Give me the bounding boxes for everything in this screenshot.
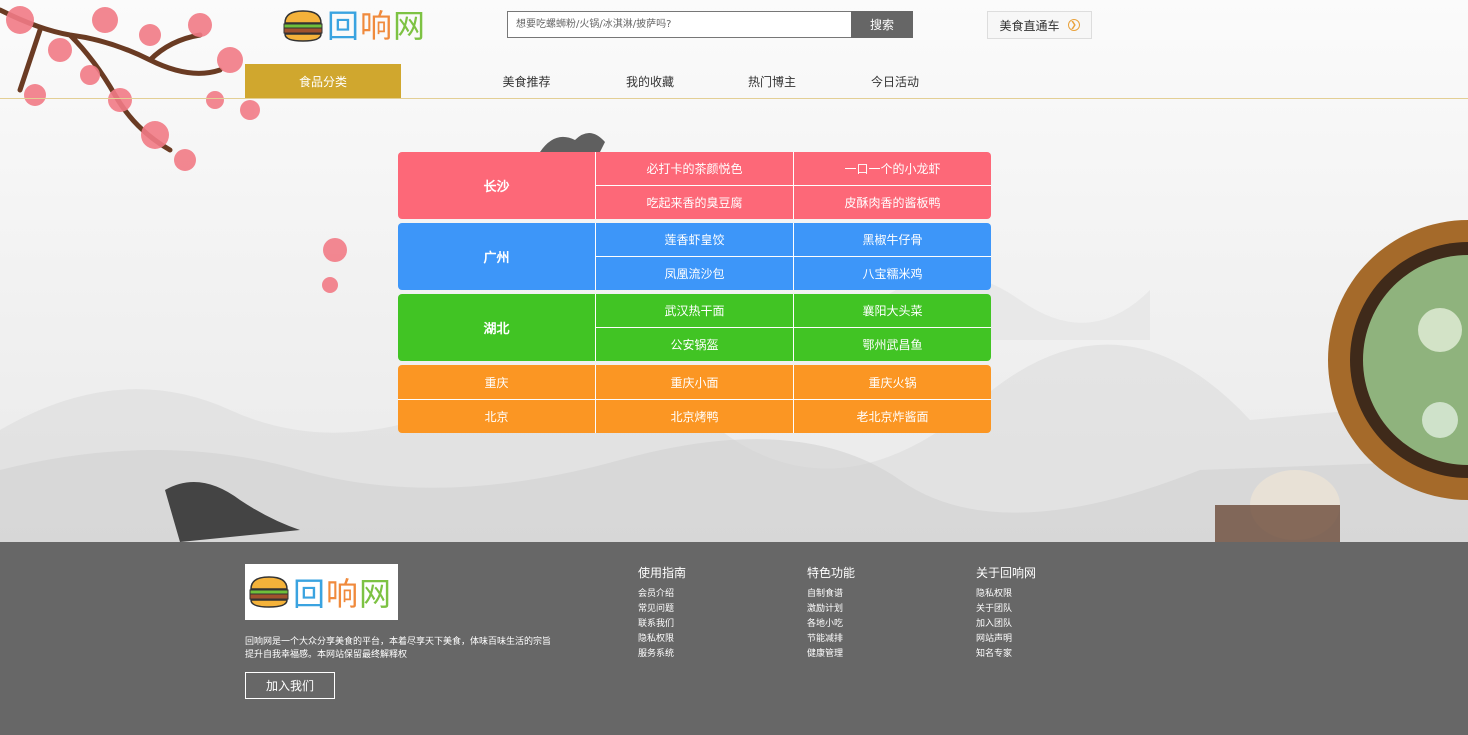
nav-item-today-events[interactable]: 今日活动 [845,64,945,98]
nav-item-popular-bloggers[interactable]: 热门博主 [722,64,822,98]
site-footer: 回响网 回响网是一个大众分享美食的平台，本着尽享天下美食，体味百味生活的宗旨 提… [0,542,1468,735]
footer-link[interactable]: 加入团队 [976,617,1036,632]
footer-link[interactable]: 关于团队 [976,602,1036,617]
food-item[interactable]: 皮酥肉香的酱板鸭 [794,186,991,219]
footer-link[interactable]: 会员介绍 [638,587,686,602]
footer-logo[interactable]: 回响网 [245,564,398,620]
food-item[interactable]: 北京烤鸭 [596,400,793,433]
nav-divider [0,98,1468,99]
food-item[interactable]: 公安锅盔 [596,328,793,361]
food-item[interactable]: 重庆小面 [596,365,793,399]
food-item[interactable]: 一口一个的小龙虾 [794,152,991,185]
food-express-label: 美食直通车 [999,18,1060,33]
category-group-guangzhou: 广州 莲香虾皇饺 黑椒牛仔骨 凤凰流沙包 八宝糯米鸡 [398,223,991,290]
logo-char-2: 响 [326,575,360,613]
food-item[interactable]: 重庆火锅 [794,365,991,399]
search-input[interactable] [507,11,851,38]
footer-column-features: 特色功能 自制食谱 激励计划 各地小吃 节能减排 健康管理 [807,564,855,662]
food-item[interactable]: 鄂州武昌鱼 [794,328,991,361]
category-group-hubei: 湖北 武汉热干面 襄阳大头菜 公安锅盔 鄂州武昌鱼 [398,294,991,361]
footer-column-about: 关于回响网 隐私权限 关于团队 加入团队 网站声明 知名专家 [976,564,1036,662]
footer-link[interactable]: 隐私权限 [976,587,1036,602]
chevron-right-circle-icon: ❯ [1067,19,1080,31]
nav-item-food-category[interactable]: 食品分类 [245,64,401,98]
category-group-changsha: 长沙 必打卡的茶颜悦色 一口一个的小龙虾 吃起来香的臭豆腐 皮酥肉香的酱板鸭 [398,152,991,219]
food-item[interactable]: 黑椒牛仔骨 [794,223,991,256]
food-item[interactable]: 凤凰流沙包 [596,257,793,290]
logo-char-1: 回 [293,575,327,613]
footer-link[interactable]: 网站声明 [976,632,1036,647]
food-item[interactable]: 武汉热干面 [596,294,793,327]
footer-link[interactable]: 节能减排 [807,632,855,647]
footer-link[interactable]: 健康管理 [807,647,855,662]
city-label[interactable]: 长沙 [398,152,595,219]
food-express-button[interactable]: 美食直通车 ❯ [987,11,1092,39]
food-item[interactable]: 吃起来香的臭豆腐 [596,186,793,219]
footer-description-line: 回响网是一个大众分享美食的平台，本着尽享天下美食，体味百味生活的宗旨 [245,637,552,647]
footer-column-title: 特色功能 [807,566,856,580]
footer-column-title: 使用指南 [638,566,687,580]
logo-char-3: 网 [359,575,393,613]
burger-icon [283,10,323,42]
logo-char-1: 回 [327,7,361,45]
footer-link[interactable]: 知名专家 [976,647,1036,662]
food-category-table: 长沙 必打卡的茶颜悦色 一口一个的小龙虾 吃起来香的臭豆腐 皮酥肉香的酱板鸭 广… [398,152,991,433]
city-label[interactable]: 北京 [398,400,595,433]
burger-icon [249,576,289,608]
footer-description: 回响网是一个大众分享美食的平台，本着尽享天下美食，体味百味生活的宗旨 提升自我幸… [245,636,565,662]
site-logo[interactable]: 回响网 [281,6,436,46]
food-item[interactable]: 必打卡的茶颜悦色 [596,152,793,185]
food-item[interactable]: 莲香虾皇饺 [596,223,793,256]
food-item[interactable]: 八宝糯米鸡 [794,257,991,290]
footer-column-guide: 使用指南 会员介绍 常见问题 联系我们 隐私权限 服务系统 [638,564,686,662]
main-nav: 食品分类 美食推荐 [245,64,652,98]
footer-link[interactable]: 各地小吃 [807,617,855,632]
search-bar: 搜索 [507,11,913,38]
footer-column-title: 关于回响网 [976,566,1037,580]
city-label[interactable]: 湖北 [398,294,595,361]
join-us-button[interactable]: 加入我们 [245,672,335,699]
food-item[interactable]: 襄阳大头菜 [794,294,991,327]
nav-item-favorites[interactable]: 我的收藏 [600,64,700,98]
logo-char-3: 网 [393,7,427,45]
footer-logo-text: 回响网 [293,569,392,615]
footer-link[interactable]: 隐私权限 [638,632,686,647]
footer-link[interactable]: 联系我们 [638,617,686,632]
category-group-chongqing-beijing: 重庆 重庆小面 重庆火锅 北京 北京烤鸭 老北京炸酱面 [398,365,991,433]
city-label[interactable]: 重庆 [398,365,595,399]
footer-link[interactable]: 激励计划 [807,602,855,617]
city-label[interactable]: 广州 [398,223,595,290]
footer-description-line: 提升自我幸福感。本网站保留最终解释权 [245,650,408,660]
logo-text: 回响网 [327,6,426,46]
footer-link[interactable]: 常见问题 [638,602,686,617]
footer-link[interactable]: 自制食谱 [807,587,855,602]
footer-link[interactable]: 服务系统 [638,647,686,662]
food-item[interactable]: 老北京炸酱面 [794,400,991,433]
search-button[interactable]: 搜索 [851,11,913,38]
logo-char-2: 响 [360,7,394,45]
